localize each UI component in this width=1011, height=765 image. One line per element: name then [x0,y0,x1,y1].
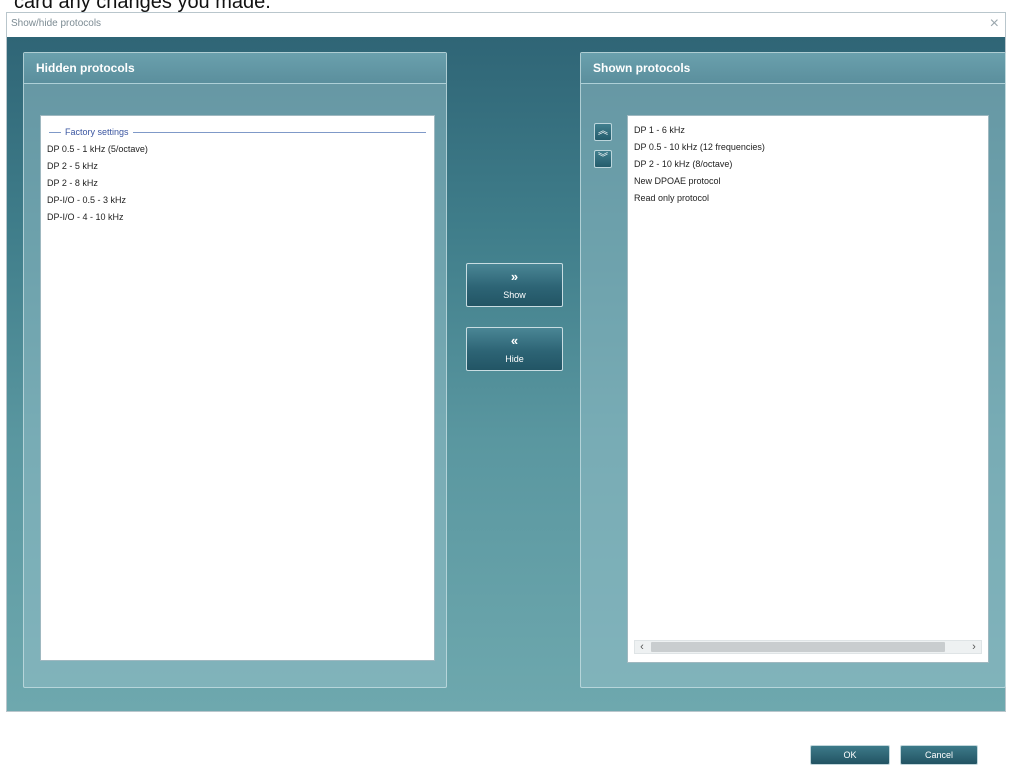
scroll-right-icon[interactable]: › [967,641,981,653]
hide-button[interactable]: « Hide [466,327,563,371]
list-item[interactable]: Read only protocol [628,190,988,207]
factory-settings-group: Factory settings [49,126,426,138]
show-button[interactable]: » Show [466,263,563,307]
hide-button-label: Hide [505,354,524,364]
hidden-protocols-panel: Hidden protocols Factory settings DP 0.5… [23,52,447,688]
group-label: Factory settings [61,126,133,138]
list-item[interactable]: DP 0.5 - 1 kHz (5/octave) [41,141,434,158]
chevron-double-up-icon[interactable]: ︽ [594,123,612,141]
shown-protocols-header: Shown protocols [581,53,1005,84]
scrollbar-thumb[interactable] [651,642,945,652]
list-item[interactable]: DP 0.5 - 10 kHz (12 frequencies) [628,139,988,156]
hidden-items: DP 0.5 - 1 kHz (5/octave) DP 2 - 5 kHz D… [41,141,434,226]
list-item[interactable]: DP-I/O - 0.5 - 3 kHz [41,192,434,209]
list-item[interactable]: DP 1 - 6 kHz [628,122,988,139]
show-hide-protocols-dialog: Show/hide protocols × Hidden protocols F… [6,12,1006,765]
list-item[interactable]: DP-I/O - 4 - 10 kHz [41,209,434,226]
shown-protocols-list[interactable]: DP 1 - 6 kHz DP 0.5 - 10 kHz (12 frequen… [627,115,989,663]
window-title: Show/hide protocols [11,18,102,29]
title-bar: Show/hide protocols × [7,13,1005,38]
shown-items: DP 1 - 6 kHz DP 0.5 - 10 kHz (12 frequen… [628,122,988,207]
close-icon[interactable]: × [990,15,999,33]
list-item[interactable]: DP 2 - 8 kHz [41,175,434,192]
scroll-left-icon[interactable]: ‹ [635,641,649,653]
double-chevron-right-icon: » [510,269,519,284]
chevron-double-down-icon[interactable]: ︾ [594,150,612,168]
double-chevron-left-icon: « [510,333,519,348]
list-item[interactable]: New DPOAE protocol [628,173,988,190]
list-item[interactable]: DP 2 - 5 kHz [41,158,434,175]
hidden-protocols-header: Hidden protocols [24,53,446,84]
hidden-protocols-list[interactable]: Factory settings DP 0.5 - 1 kHz (5/octav… [40,115,435,661]
dialog-body: Hidden protocols Factory settings DP 0.5… [7,37,1006,765]
cancel-button[interactable]: Cancel [900,745,978,765]
shown-protocols-panel: Shown protocols ︽ ︾ DP 1 - 6 kHz DP 0.5 … [580,52,1006,688]
ok-button[interactable]: OK [810,745,890,765]
horizontal-scrollbar[interactable]: ‹ › [634,640,982,654]
show-button-label: Show [503,290,526,300]
list-item[interactable]: DP 2 - 10 kHz (8/octave) [628,156,988,173]
